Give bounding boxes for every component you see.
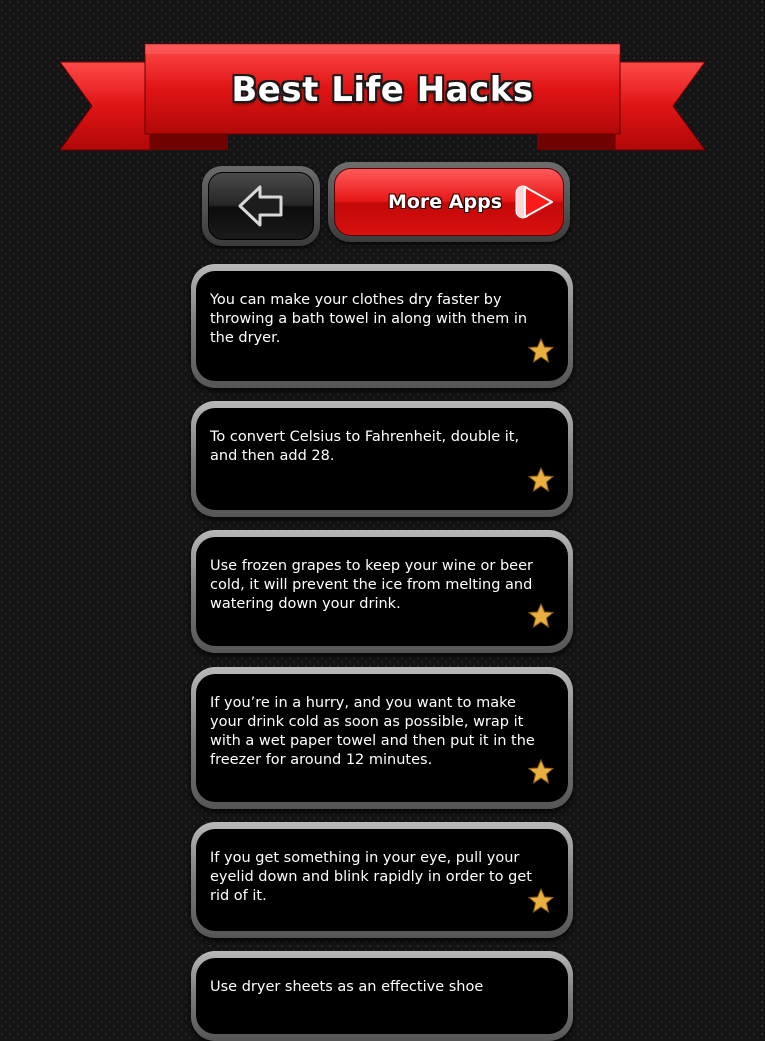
title-ribbon: Best Life Hacks	[0, 0, 765, 160]
hack-card[interactable]: Use dryer sheets as an effective shoe	[191, 951, 573, 1041]
star-icon[interactable]	[528, 467, 554, 492]
hack-card[interactable]: If you’re in a hurry, and you want to ma…	[191, 667, 573, 809]
hack-text: If you get something in your eye, pull y…	[210, 850, 532, 904]
back-button[interactable]	[202, 166, 320, 246]
hack-card[interactable]: If you get something in your eye, pull y…	[191, 822, 573, 938]
more-apps-button[interactable]: More Apps	[328, 162, 570, 242]
hack-card-body: To convert Celsius to Fahrenheit, double…	[196, 408, 568, 510]
star-icon[interactable]	[528, 759, 554, 784]
hack-card-body: You can make your clothes dry faster by …	[196, 271, 568, 381]
star-icon[interactable]	[528, 338, 554, 363]
more-apps-label: More Apps	[387, 191, 503, 213]
hack-card-body: Use frozen grapes to keep your wine or b…	[196, 537, 568, 646]
page-title: Best Life Hacks	[231, 70, 534, 110]
hack-text: To convert Celsius to Fahrenheit, double…	[210, 429, 520, 464]
hack-card[interactable]: To convert Celsius to Fahrenheit, double…	[191, 401, 573, 517]
star-icon[interactable]	[528, 888, 554, 913]
hack-card-body: If you’re in a hurry, and you want to ma…	[196, 674, 568, 802]
hack-text: You can make your clothes dry faster by …	[210, 292, 528, 346]
more-apps-button-face: More Apps	[334, 168, 564, 236]
hack-text: Use frozen grapes to keep your wine or b…	[210, 558, 533, 612]
hack-card[interactable]: Use frozen grapes to keep your wine or b…	[191, 530, 573, 653]
arrow-left-icon	[238, 185, 283, 227]
play-icon	[515, 185, 553, 219]
hack-card-body: Use dryer sheets as an effective shoe	[196, 958, 568, 1034]
hack-text: If you’re in a hurry, and you want to ma…	[210, 695, 535, 768]
star-icon[interactable]	[528, 603, 554, 628]
hack-card-body: If you get something in your eye, pull y…	[196, 829, 568, 931]
hack-text: Use dryer sheets as an effective shoe	[210, 979, 484, 995]
hack-card[interactable]: You can make your clothes dry faster by …	[191, 264, 573, 388]
